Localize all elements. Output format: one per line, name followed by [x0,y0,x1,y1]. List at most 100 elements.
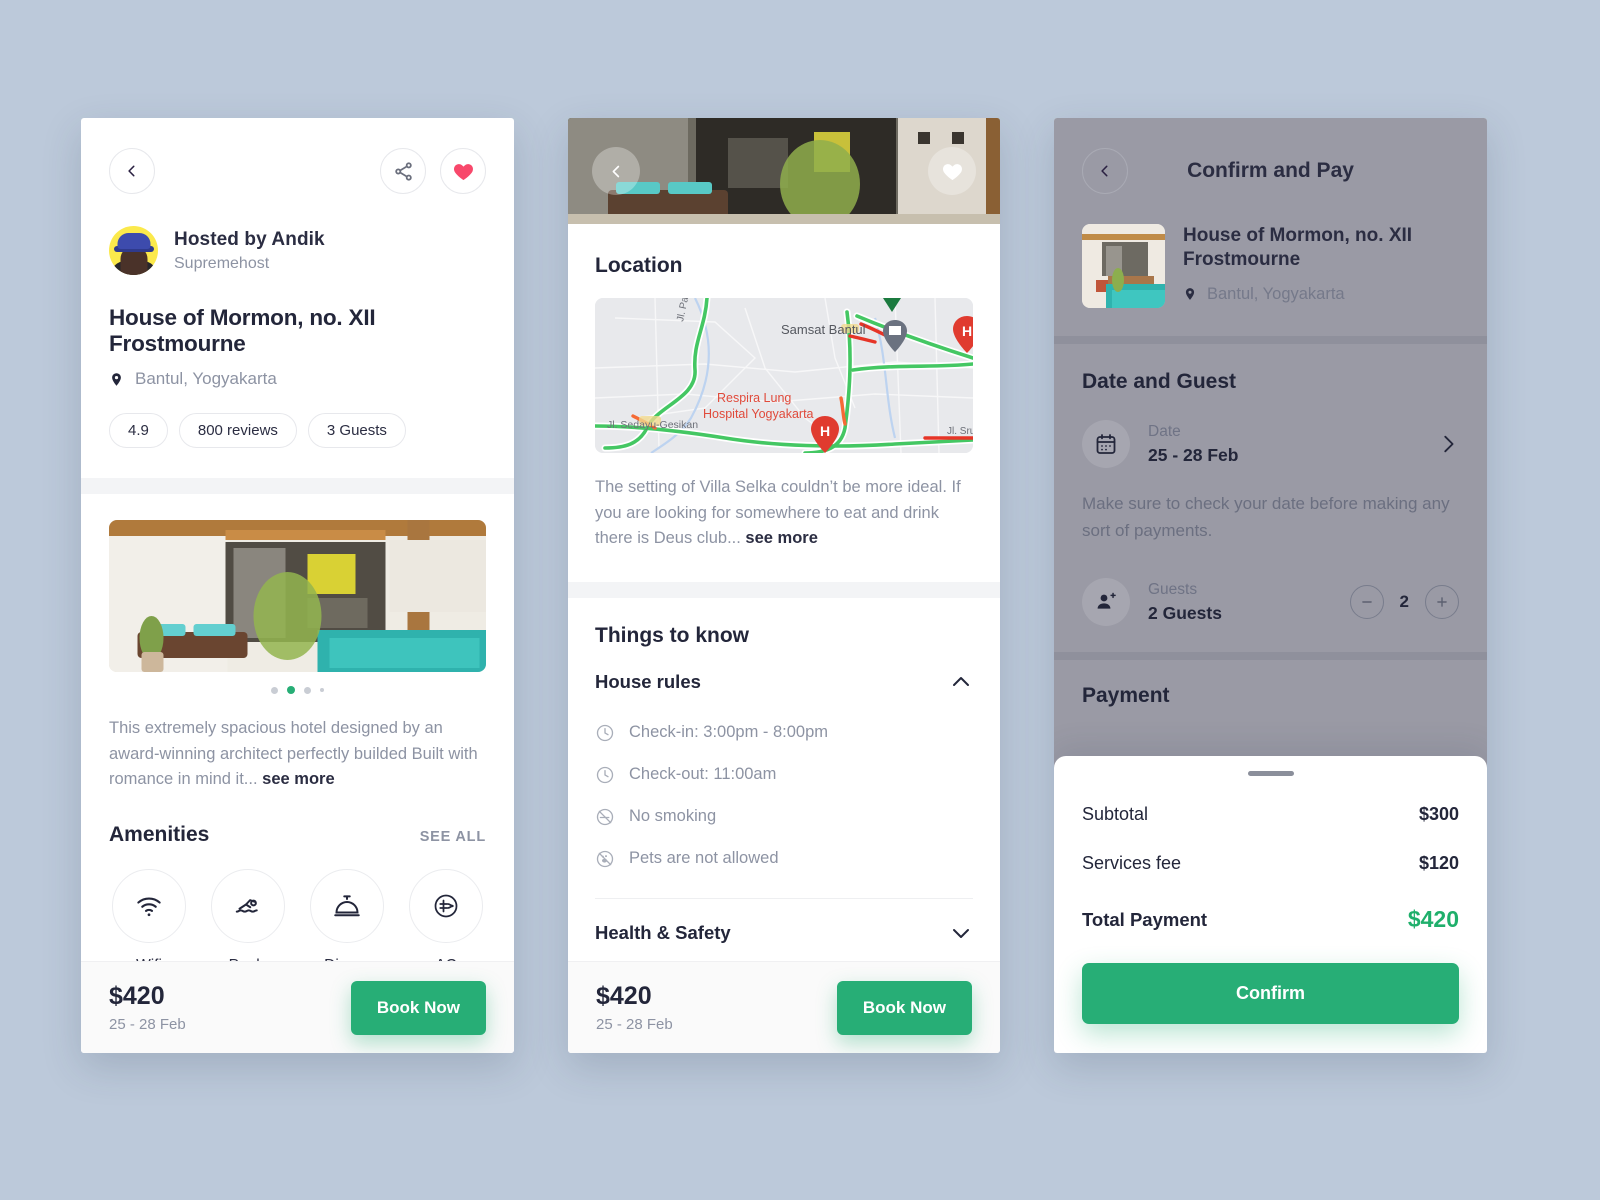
date-row[interactable]: Date 25 - 28 Feb [1082,420,1459,468]
pay-header-section: Confirm and Pay House of Mormon, no. XII… [1054,118,1487,308]
location-price-bar: $420 25 - 28 Feb Book Now [568,961,1000,1053]
property-thumbnail [1082,224,1165,308]
gallery-dot[interactable] [320,688,324,692]
property-photo[interactable] [109,520,486,672]
property-detail-screen: Hosted by Andik Supremehost House of Mor… [81,118,514,1053]
chevron-down-icon[interactable] [949,921,973,945]
heart-icon [453,163,473,180]
favorite-button[interactable] [440,148,486,194]
host-name: Hosted by Andik [174,228,325,250]
host-row[interactable]: Hosted by Andik Supremehost [81,194,514,275]
amenity-dinner[interactable]: Dinner [309,868,385,975]
confirm-and-pay-screen: Confirm and Pay House of Mormon, no. XII… [1054,118,1487,1053]
guests-texts: Guests 2 Guests [1148,581,1222,624]
list-item-label: Pets are not allowed [629,849,779,868]
house-rules-list: Check-in: 3:00pm - 8:00pm Check-out: 11:… [595,698,973,880]
wifi-icon [137,897,161,916]
things-to-know-section: Things to know House rules Check-in: 3:0… [568,598,1000,968]
health-safety-title: Health & Safety [595,921,731,943]
share-icon [394,161,412,181]
host-badge: Supremehost [174,254,270,272]
guests-label: Guests [1148,580,1198,598]
gallery-dot[interactable] [271,686,278,694]
date-and-guest-title: Date and Guest [1082,370,1237,393]
book-now-button[interactable]: Book Now [836,980,972,1035]
gallery-dot[interactable] [304,686,311,694]
chevron-up-icon[interactable] [949,670,973,694]
date-value: 25 - 28 Feb [1148,444,1239,465]
amenity-icon-wrap [310,868,384,943]
section-divider [1054,652,1487,661]
price-block: $420 25 - 28 Feb [109,982,186,1033]
payment-row-total: Total Payment $420 [1082,906,1459,933]
air-conditioner-icon [434,894,458,918]
payment-section-title: Payment [1082,684,1170,708]
back-button[interactable] [592,147,640,195]
amenities-title: Amenities [109,822,210,846]
property-location: Bantul, Yogyakarta [1183,285,1459,304]
map-pin-icon [1185,288,1195,300]
clock-icon [596,766,614,783]
listing-location-text: Bantul, Yogyakarta [135,369,277,388]
map-preview[interactable]: Samsat Bantul Respira Lung Hospital Yogy… [595,298,973,453]
chevron-right-icon[interactable] [1437,433,1459,455]
list-item-label: Check-out: 11:00am [629,765,777,784]
health-safety-accordion[interactable]: Health & Safety [595,899,973,949]
guest-count: 2 [1399,592,1409,612]
list-item: Pets are not allowed [595,838,973,880]
chip-reviews[interactable]: 800 reviews [178,413,297,448]
hero-image [568,118,1000,224]
map-label-samsat: Samsat Bantul [781,322,866,337]
total-label: Total Payment [1082,908,1208,930]
drag-handle[interactable] [1247,771,1294,776]
confirm-button[interactable]: Confirm [1082,963,1459,1024]
payment-row-amount: $120 [1418,853,1459,873]
chevron-left-icon [612,165,619,177]
clock-icon [596,724,614,741]
see-more-link[interactable]: see more [745,529,817,547]
house-rules-accordion[interactable]: House rules [595,648,973,698]
host-info: Hosted by Andik Supremehost [174,229,325,273]
list-item: Check-out: 11:00am [595,754,973,796]
swimmer-icon [235,898,258,913]
guests-row[interactable]: Guests 2 Guests 2 [1082,578,1459,627]
section-divider [1054,336,1487,344]
date-note: Make sure to check your date before maki… [1082,494,1450,541]
decrease-guests-button[interactable] [1349,585,1384,620]
map-pin-icon [112,372,121,386]
room-service-bell-icon [334,895,360,916]
total-amount: $420 [1407,906,1459,932]
see-all-amenities-link[interactable]: SEE ALL [420,829,486,845]
share-button[interactable] [380,148,426,194]
house-rules-title: House rules [595,670,701,692]
gallery-dot-active[interactable] [287,686,295,694]
page-title: Confirm and Pay [1187,159,1354,182]
property-summary: House of Mormon, no. XII Frostmourne Ban… [1082,194,1459,308]
detail-actions [380,148,486,194]
amenity-wifi[interactable]: Wifi [111,868,187,975]
payment-bottom-sheet: Subtotal $300 Services fee $120 Total Pa… [1054,756,1487,1053]
calendar-icon-wrap [1082,420,1130,468]
favorite-button[interactable] [928,147,976,195]
detail-topbar [81,118,514,194]
back-button[interactable] [1082,148,1128,194]
chevron-left-icon [128,165,135,177]
see-more-link[interactable]: see more [262,770,334,788]
svg-text:H: H [962,323,972,339]
increase-guests-button[interactable] [1425,585,1459,620]
amenity-pools[interactable]: Pools [210,868,286,975]
photo-gallery[interactable] [81,494,514,694]
chip-rating[interactable]: 4.9 [109,413,168,448]
amenity-ac[interactable]: AC [408,868,484,975]
date-label: Date [1148,422,1181,440]
plus-icon [1437,597,1447,608]
price-dates: 25 - 28 Feb [109,1016,186,1033]
chevron-left-icon [1101,165,1108,177]
chip-guests[interactable]: 3 Guests [307,413,406,448]
map-label-hospital-2: Hospital Yogyakarta [703,407,814,421]
book-now-button[interactable]: Book Now [350,980,486,1035]
list-item-label: No smoking [629,807,717,826]
gallery-dots[interactable] [109,686,486,694]
map-image: Samsat Bantul Respira Lung Hospital Yogy… [595,298,973,453]
back-button[interactable] [109,148,155,194]
